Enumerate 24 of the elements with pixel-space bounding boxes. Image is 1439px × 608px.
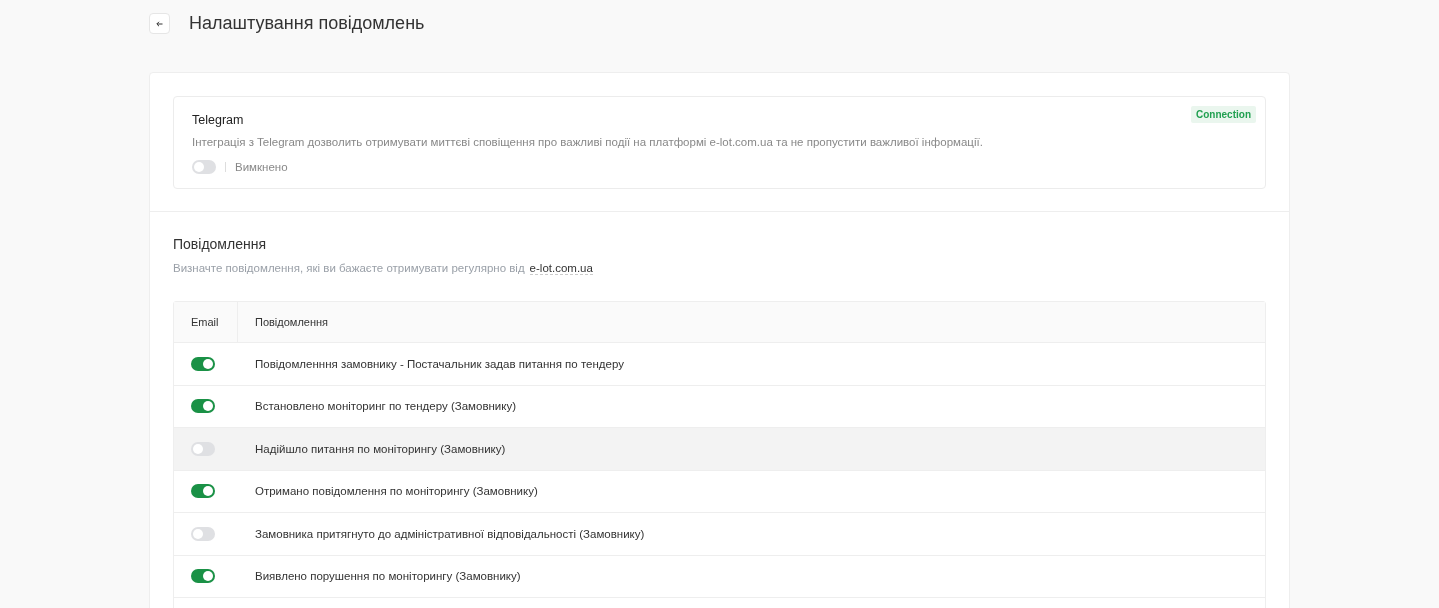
email-toggle[interactable] <box>191 484 215 499</box>
email-toggle[interactable] <box>191 526 215 541</box>
notification-label: Надійшло питання по моніторингу (Замовнику) <box>255 442 506 455</box>
notification-label: Встановлено моніторинг по тендеру (Замовнику) <box>255 400 516 413</box>
email-toggle[interactable] <box>191 441 215 456</box>
section-title: Повідомлення <box>173 236 267 252</box>
notification-label: Отримано повідомлення по моніторингу (Замовнику) <box>255 485 538 498</box>
telegram-status: Вимкнено <box>235 161 288 173</box>
section-description: Визначте повідомлення, які ви бажаєте отримувати регулярно від <box>173 262 525 275</box>
site-link[interactable]: e-lot.com.ua <box>529 262 593 275</box>
telegram-title: Telegram <box>192 113 244 127</box>
notification-label: Замовника притягнуто до адміністративної відповідальності (Замовнику) <box>255 527 645 540</box>
back-arrow-icon <box>156 20 163 27</box>
telegram-description: Інтеграція з Telegram дозволить отримувати миттєві сповіщення про важливі події на платформі e-lot.com.ua та не пропустити важливої інформації. <box>192 136 984 148</box>
notification-label: Виявлено порушення по моніторингу (Замовнику) <box>255 570 521 583</box>
notification-label: Повідомленння замовнику - Постачальник задав питання по тендеру <box>255 357 624 370</box>
telegram-toggle[interactable] <box>192 160 216 174</box>
email-toggle[interactable] <box>191 356 215 371</box>
column-header: Повідомлення <box>254 316 329 328</box>
page-title: Налаштування повідомлень <box>189 13 425 34</box>
email-toggle[interactable] <box>191 569 215 584</box>
back-button[interactable] <box>149 13 170 34</box>
email-toggle[interactable] <box>191 399 215 414</box>
column-header: Email <box>174 302 238 342</box>
